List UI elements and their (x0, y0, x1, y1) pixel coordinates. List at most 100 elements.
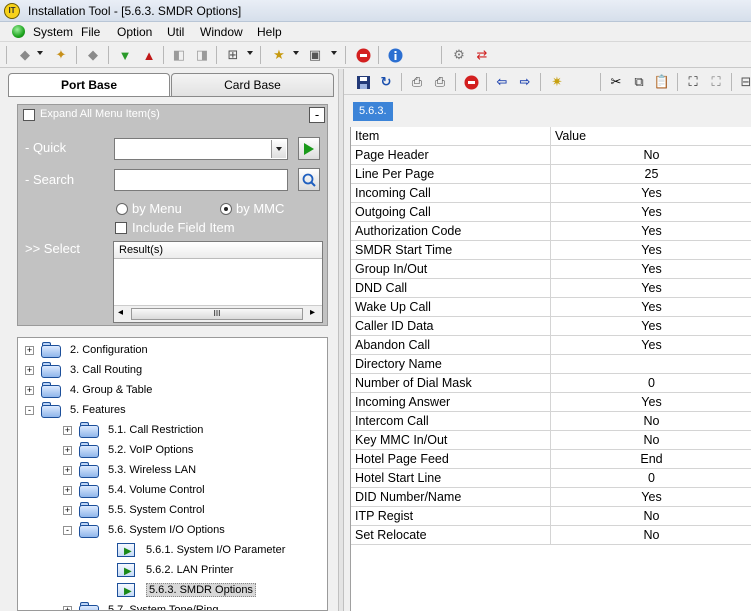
tab-port-base[interactable]: Port Base (8, 73, 170, 97)
value-cell[interactable]: Yes (551, 241, 751, 260)
scroll-thumb[interactable]: III (131, 308, 303, 320)
tree-node[interactable]: +3. Call Routing (25, 360, 142, 380)
tree-node[interactable]: ▶ 5.6.3. SMDR Options (101, 580, 256, 600)
table-row[interactable]: SMDR Start Time Yes (351, 241, 751, 260)
value-cell[interactable] (551, 355, 751, 374)
table-row[interactable]: Wake Up Call Yes (351, 298, 751, 317)
device-icon[interactable]: ▣ (306, 46, 324, 64)
tree-node[interactable]: +5.3. Wireless LAN (63, 460, 196, 480)
table-row[interactable]: Authorization Code Yes (351, 222, 751, 241)
copy-icon[interactable]: ⧉ (630, 73, 648, 91)
tree-node[interactable]: +2. Configuration (25, 340, 148, 360)
value-cell[interactable]: No (551, 412, 751, 431)
table-row[interactable]: Incoming Answer Yes (351, 393, 751, 412)
tree-node[interactable]: ▶ 5.6.2. LAN Printer (101, 560, 233, 580)
value-cell[interactable]: Yes (551, 184, 751, 203)
go-button[interactable] (298, 137, 320, 160)
menu-help[interactable]: Help (257, 25, 282, 39)
menu-window[interactable]: Window (200, 25, 243, 39)
tree-node[interactable]: +5.4. Volume Control (63, 480, 205, 500)
menu-option[interactable]: Option (117, 25, 152, 39)
expand-icon[interactable]: + (25, 385, 34, 395)
upload-icon[interactable]: ▲ (140, 46, 158, 64)
expand-icon[interactable]: + (63, 485, 72, 495)
wizard-dropdown-icon[interactable] (293, 51, 299, 55)
column-header-value[interactable]: Value (551, 127, 751, 146)
value-cell[interactable]: Yes (551, 393, 751, 412)
expand-icon[interactable]: + (63, 465, 72, 475)
reload-icon[interactable]: ↻ (377, 73, 395, 91)
tree-node[interactable]: +5.2. VoIP Options (63, 440, 193, 460)
value-cell[interactable]: 0 (551, 469, 751, 488)
stop-icon[interactable] (354, 46, 372, 64)
table-row[interactable]: Incoming Call Yes (351, 184, 751, 203)
tree-node[interactable]: ▶ 5.6.1. System I/O Parameter (101, 540, 285, 560)
table-row[interactable]: ITP Regist No (351, 507, 751, 526)
new-item-icon[interactable]: ✷ (548, 73, 566, 91)
tree-node[interactable]: +4. Group & Table (25, 380, 152, 400)
value-cell[interactable]: No (551, 507, 751, 526)
value-cell[interactable]: Yes (551, 203, 751, 222)
include-field-checkbox[interactable] (115, 222, 127, 234)
back-dropdown-icon[interactable] (37, 51, 43, 55)
collapse-panel-button[interactable]: - (309, 107, 325, 123)
value-cell[interactable]: No (551, 146, 751, 165)
expand-icon[interactable]: + (63, 445, 72, 455)
results-hscrollbar[interactable]: ◂ III ▸ (114, 305, 322, 322)
table-row[interactable]: Directory Name (351, 355, 751, 374)
export-icon[interactable]: ◨ (193, 46, 211, 64)
scroll-right-icon[interactable]: ▸ (310, 307, 315, 318)
save-icon[interactable] (354, 73, 372, 91)
value-cell[interactable]: 0 (551, 374, 751, 393)
value-cell[interactable]: No (551, 526, 751, 545)
find-icon[interactable]: ⛶ (684, 73, 702, 91)
value-cell[interactable]: No (551, 431, 751, 450)
table-row[interactable]: Hotel Start Line 0 (351, 469, 751, 488)
tree-node[interactable]: +5.5. System Control (63, 500, 205, 520)
tree-node[interactable]: - 5.6. System I/O Options (63, 520, 225, 540)
expand-icon[interactable]: + (25, 345, 34, 355)
value-cell[interactable]: Yes (551, 317, 751, 336)
tree-node[interactable]: +5.7. System Tone/Ring (63, 600, 218, 610)
disconnect-icon[interactable]: ◆ (84, 46, 102, 64)
previous-icon[interactable]: ⇦ (493, 73, 511, 91)
scroll-left-icon[interactable]: ◂ (118, 307, 123, 318)
column-header-item[interactable]: Item (351, 127, 551, 146)
connect-icon[interactable]: ✦ (52, 46, 70, 64)
print-all-icon[interactable]: ⎙ (431, 73, 449, 91)
table-row[interactable]: Hotel Page Feed End (351, 450, 751, 469)
collapse-icon[interactable]: - (25, 405, 34, 415)
tree-node[interactable]: +5.1. Call Restriction (63, 420, 203, 440)
device-dropdown-icon[interactable] (331, 51, 337, 55)
expand-icon[interactable]: + (63, 425, 72, 435)
value-cell[interactable]: End (551, 450, 751, 469)
expand-all-checkbox[interactable] (23, 109, 35, 121)
table-row[interactable]: Abandon Call Yes (351, 336, 751, 355)
print-icon[interactable]: ⎙ (408, 73, 426, 91)
table-row[interactable]: Caller ID Data Yes (351, 317, 751, 336)
table-row[interactable]: Set Relocate No (351, 526, 751, 545)
value-cell[interactable]: 25 (551, 165, 751, 184)
next-icon[interactable]: ⇨ (516, 73, 534, 91)
tools-dropdown-icon[interactable] (247, 51, 253, 55)
search-input[interactable] (114, 169, 288, 191)
find-next-icon[interactable]: ⛶ (707, 73, 725, 91)
tree-node[interactable]: - 5. Features (25, 400, 126, 420)
value-cell[interactable]: Yes (551, 222, 751, 241)
menu-system[interactable]: System (33, 25, 73, 39)
table-row[interactable]: Group In/Out Yes (351, 260, 751, 279)
expand-icon[interactable]: + (63, 605, 72, 610)
expand-icon[interactable]: + (63, 505, 72, 515)
tools-icon[interactable]: ⊞ (224, 46, 242, 64)
wizard-icon[interactable]: ★ (270, 46, 288, 64)
by-menu-radio[interactable] (116, 203, 128, 215)
quick-select[interactable] (114, 138, 288, 160)
results-list[interactable]: Result(s) ◂ III ▸ (113, 241, 323, 323)
menu-file[interactable]: File (81, 25, 100, 39)
table-row[interactable]: DND Call Yes (351, 279, 751, 298)
value-cell[interactable]: Yes (551, 260, 751, 279)
table-row[interactable]: DID Number/Name Yes (351, 488, 751, 507)
import-icon[interactable]: ◧ (170, 46, 188, 64)
by-mmc-radio[interactable] (220, 203, 232, 215)
expand-icon[interactable]: + (25, 365, 34, 375)
